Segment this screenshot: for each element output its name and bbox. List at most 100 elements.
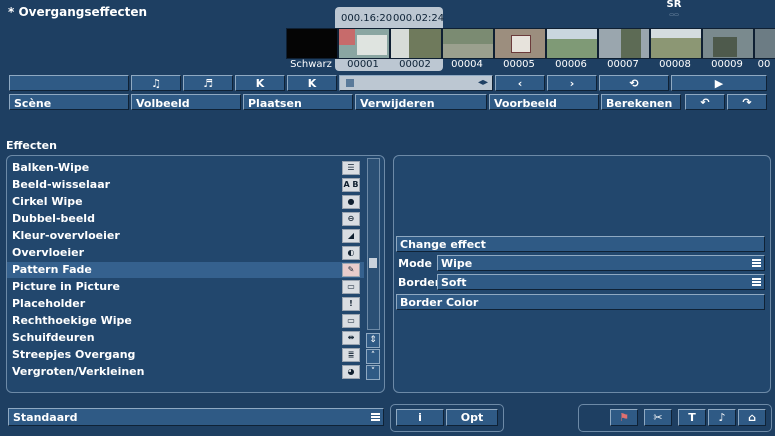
effect-item-picture-in-picture[interactable]: Picture in Picture (7, 279, 364, 295)
effect-item-vergroten-verkleinen[interactable]: Vergroten/Verkleinen (7, 364, 364, 380)
preview-button[interactable]: Voorbeeld (489, 94, 599, 110)
menu-icon (752, 278, 761, 286)
home-button[interactable]: ⌂ (738, 409, 766, 426)
loop-button[interactable]: ⟲ (599, 75, 669, 91)
ab-icon: A B (342, 178, 360, 192)
effect-label: Picture in Picture (12, 280, 120, 293)
clip-thumb-00007[interactable] (598, 28, 650, 59)
clip-label-00006: 00006 (555, 59, 587, 70)
opt-label: Opt (460, 411, 484, 424)
logo-text: SR (666, 0, 682, 10)
go-start-button[interactable]: K (235, 75, 285, 91)
place-button[interactable]: Plaatsen (243, 94, 353, 110)
pip-icon: ▭ (342, 280, 360, 294)
effect-item-kleur-overvloeier[interactable]: Kleur-overvloeier (7, 228, 364, 244)
title-button[interactable]: T (678, 409, 706, 426)
undo-button[interactable]: ↶ (685, 94, 725, 110)
pattern-fade-marker-icon (339, 29, 355, 45)
scroll-both-icon[interactable]: ⇕ (366, 333, 380, 348)
border-label: Border (398, 276, 441, 289)
go-start-icon: K (255, 77, 265, 90)
thumb-detail (391, 29, 409, 58)
effect-item-balken-wipe[interactable]: Balken-Wipe (7, 160, 364, 176)
thumb-detail (621, 29, 641, 58)
effect-item-streepjes-overgang[interactable]: Streepjes Overgang (7, 347, 364, 363)
effect-label: Balken-Wipe (12, 161, 90, 174)
clip-label-00004: 00004 (451, 59, 483, 70)
mode-select[interactable]: Wipe (437, 255, 765, 271)
preview-label: Voorbeeld (494, 97, 557, 110)
fullscreen-button[interactable]: Volbeeld (131, 94, 241, 110)
scroll-down-button[interactable]: ˅ (366, 365, 380, 380)
chevron-right-icon: › (569, 77, 575, 90)
menu-icon (752, 259, 761, 267)
flag-button[interactable]: ⚑ (610, 409, 638, 426)
change-effect-button[interactable]: Change effect (396, 236, 765, 252)
opt-button[interactable]: Opt (446, 409, 498, 426)
effect-item-schuifdeuren[interactable]: Schuifdeuren (7, 330, 364, 346)
remove-label: Verwijderen (360, 97, 435, 110)
play-button[interactable]: ▶ (671, 75, 767, 91)
effect-item-pattern-fade[interactable]: Pattern Fade (7, 262, 364, 278)
scene-button[interactable]: Scène (9, 94, 129, 110)
effect-item-placeholder[interactable]: Placeholder (7, 296, 364, 312)
audio-button[interactable]: ♪ (708, 409, 736, 426)
effect-item-beeld-wisselaar[interactable]: Beeld-wisselaar (7, 177, 364, 193)
effect-item-overvloeier[interactable]: Overvloeier (7, 245, 364, 261)
time-out: 000.02:24 (393, 13, 445, 24)
change-effect-label: Change effect (400, 238, 486, 251)
effects-title: Effecten (6, 139, 57, 152)
chevron-down-icon: ˅ (370, 367, 376, 377)
zoom-icon: ◕ (342, 365, 360, 379)
timeline-scrollbar[interactable]: ◂▸ (339, 75, 493, 91)
clip-thumb-00002[interactable] (390, 28, 442, 59)
effect-label: Placeholder (12, 297, 86, 310)
clip-thumb-00010[interactable] (754, 28, 775, 59)
effect-item-rechthoekige-wipe[interactable]: Rechthoekige Wipe (7, 313, 364, 329)
redo-icon: ↷ (742, 96, 752, 109)
prev-frame-button[interactable]: ‹ (495, 75, 545, 91)
border-color-button[interactable]: Border Color (396, 294, 765, 310)
effect-label: Rechthoekige Wipe (12, 314, 132, 327)
effect-label: Vergroten/Verkleinen (12, 365, 145, 378)
calculate-button[interactable]: Berekenen (601, 94, 681, 110)
place-label: Plaatsen (248, 97, 302, 110)
preset-value: Standaard (13, 411, 78, 424)
flag-icon: ⚑ (619, 411, 629, 424)
next-frame-button[interactable]: › (547, 75, 597, 91)
app-title: * Overgangseffecten (8, 5, 148, 19)
border-select[interactable]: Soft (437, 274, 765, 290)
scroll-up-button[interactable]: ˄ (366, 349, 380, 364)
scroll-thumb[interactable] (369, 258, 377, 268)
clip-thumb-00006[interactable] (546, 28, 598, 59)
info-button[interactable]: i (396, 409, 444, 426)
go-end-button[interactable]: K (287, 75, 337, 91)
scissors-button[interactable]: ✂ (644, 409, 672, 426)
clip-thumb-00008[interactable] (650, 28, 702, 59)
clip-thumb-00005[interactable] (494, 28, 546, 59)
effect-item-dubbel-beeld[interactable]: Dubbel-beeld (7, 211, 364, 227)
clip-thumb-00009[interactable] (702, 28, 754, 59)
music-button[interactable]: ♫ (131, 75, 181, 91)
clip-thumb-schwarz[interactable] (286, 28, 338, 59)
circle-icon: ● (342, 195, 360, 209)
clip-thumb-00004[interactable] (442, 28, 494, 59)
play-field[interactable] (9, 75, 129, 91)
menu-icon (371, 413, 380, 421)
effect-label: Streepjes Overgang (12, 348, 136, 361)
mode-value: Wipe (441, 257, 473, 270)
remove-button[interactable]: Verwijderen (355, 94, 487, 110)
rect-icon: ▭ (342, 314, 360, 328)
doors-icon: ⇹ (342, 331, 360, 345)
effects-scrollbar[interactable] (367, 158, 380, 330)
preset-select[interactable]: Standaard (8, 408, 384, 426)
exclaim-icon: ! (342, 297, 360, 311)
effect-item-cirkel-wipe[interactable]: Cirkel Wipe (7, 194, 364, 210)
music-dual-button[interactable]: ♬ (183, 75, 233, 91)
undo-icon: ↶ (700, 96, 710, 109)
time-in: 000.16:20 (341, 13, 393, 24)
clip-thumb-00001[interactable] (338, 28, 390, 59)
thumb-detail (443, 44, 493, 58)
bars-icon: ☰ (342, 161, 360, 175)
redo-button[interactable]: ↷ (727, 94, 767, 110)
